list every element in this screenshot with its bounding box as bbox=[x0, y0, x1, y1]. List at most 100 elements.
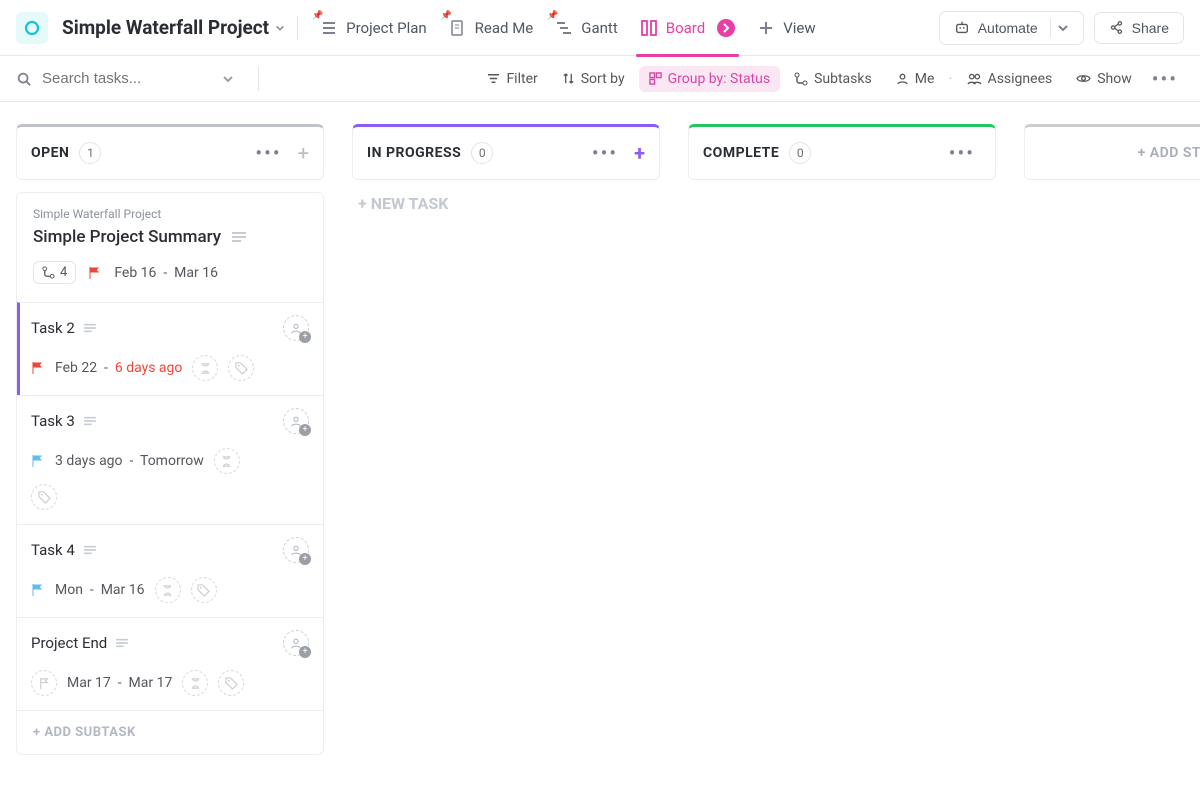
count-badge: 0 bbox=[471, 142, 493, 164]
date-range[interactable]: Feb 22 - 6 days ago bbox=[55, 360, 182, 376]
task-card[interactable]: Simple Waterfall Project Simple Project … bbox=[17, 193, 323, 302]
description-icon bbox=[115, 638, 129, 648]
pin-icon: 📌 bbox=[547, 11, 558, 21]
flag-icon[interactable] bbox=[31, 670, 57, 696]
divider bbox=[297, 16, 298, 40]
column-more-button[interactable]: ••• bbox=[586, 141, 624, 165]
column-add-button[interactable]: + bbox=[634, 141, 645, 165]
column-open: OPEN 1 ••• + Simple Waterfall Project Si… bbox=[16, 124, 324, 787]
tab-project-plan[interactable]: 📌 Project Plan bbox=[310, 13, 437, 43]
breadcrumb: Simple Waterfall Project bbox=[33, 207, 307, 221]
date-range[interactable]: Mon - Mar 16 bbox=[55, 582, 145, 598]
chevron-right-icon bbox=[721, 23, 731, 33]
assignee-add-icon[interactable]: + bbox=[283, 408, 309, 434]
project-title[interactable]: Simple Waterfall Project bbox=[62, 16, 285, 39]
toolbar: Filter Sort by Group by: Status Subtasks… bbox=[0, 56, 1200, 102]
subtask-title: Task 3 bbox=[31, 412, 75, 430]
assignees-button[interactable]: Assignees bbox=[957, 66, 1063, 92]
description-icon bbox=[231, 231, 247, 243]
share-icon bbox=[1109, 20, 1124, 35]
subtask-card[interactable]: Task 2 + Feb 22 - 6 days ago bbox=[17, 302, 323, 395]
flag-icon[interactable] bbox=[31, 454, 45, 468]
subtasks-button[interactable]: Subtasks bbox=[784, 66, 882, 92]
tag-icon[interactable] bbox=[191, 577, 217, 603]
flag-icon[interactable] bbox=[88, 266, 102, 280]
doc-icon bbox=[449, 19, 467, 37]
filter-icon bbox=[487, 72, 500, 85]
tag-icon[interactable] bbox=[228, 355, 254, 381]
time-estimate-icon[interactable] bbox=[192, 355, 218, 381]
tab-readme[interactable]: 📌 Read Me bbox=[439, 13, 544, 43]
eye-icon bbox=[1076, 72, 1091, 85]
search-input[interactable] bbox=[42, 70, 212, 87]
filter-button[interactable]: Filter bbox=[477, 66, 547, 92]
plus-icon bbox=[757, 19, 775, 37]
time-estimate-icon[interactable] bbox=[155, 577, 181, 603]
user-icon bbox=[896, 72, 909, 85]
sort-button[interactable]: Sort by bbox=[552, 66, 635, 92]
count-badge: 0 bbox=[789, 142, 811, 164]
automate-label: Automate bbox=[978, 20, 1038, 36]
tab-gantt[interactable]: 📌 Gantt bbox=[545, 13, 627, 43]
date-range[interactable]: Mar 17 - Mar 17 bbox=[67, 675, 172, 691]
tab-label: View bbox=[783, 19, 815, 37]
subtask-title: Task 4 bbox=[31, 541, 75, 559]
tab-label: Board bbox=[666, 19, 705, 37]
chevron-down-icon[interactable] bbox=[222, 73, 234, 85]
subtask-card[interactable]: Task 3 +3 days ago - Tomorrow bbox=[17, 395, 323, 524]
flag-icon[interactable] bbox=[31, 361, 45, 375]
flag-icon[interactable] bbox=[31, 583, 45, 597]
group-by-button[interactable]: Group by: Status bbox=[639, 66, 780, 92]
column-header-in-progress[interactable]: IN PROGRESS 0 ••• + bbox=[352, 124, 660, 180]
gantt-icon bbox=[555, 19, 573, 37]
board-next-button[interactable] bbox=[717, 19, 735, 37]
column-complete: COMPLETE 0 ••• bbox=[688, 124, 996, 787]
new-task-button[interactable]: + NEW TASK bbox=[352, 180, 660, 227]
top-bar: Simple Waterfall Project 📌 Project Plan … bbox=[0, 0, 1200, 56]
add-subtask-button[interactable]: + ADD SUBTASK bbox=[17, 710, 323, 754]
list-icon bbox=[320, 19, 338, 37]
assignee-add-icon[interactable]: + bbox=[283, 537, 309, 563]
tag-icon[interactable] bbox=[31, 484, 57, 510]
column-add-button[interactable]: + bbox=[298, 141, 309, 165]
share-label: Share bbox=[1132, 20, 1169, 36]
column-add-status[interactable]: + ADD STAT bbox=[1024, 124, 1200, 787]
subtask-count-badge[interactable]: 4 bbox=[33, 261, 76, 284]
tab-add-view[interactable]: View bbox=[747, 13, 825, 43]
time-estimate-icon[interactable] bbox=[214, 448, 240, 474]
group-icon bbox=[649, 72, 662, 85]
column-header-complete[interactable]: COMPLETE 0 ••• bbox=[688, 124, 996, 180]
tab-board[interactable]: Board bbox=[630, 13, 745, 43]
search-wrap bbox=[16, 67, 276, 91]
me-button[interactable]: Me bbox=[886, 66, 945, 92]
assignee-add-icon[interactable]: + bbox=[283, 315, 309, 341]
subtask-card[interactable]: Project End+Mar 17 - Mar 17 bbox=[17, 617, 323, 710]
description-icon bbox=[83, 323, 97, 333]
date-range[interactable]: Feb 16 - Mar 16 bbox=[114, 265, 218, 281]
subtask-title: Task 2 bbox=[31, 319, 75, 337]
subtask-card[interactable]: Task 4 + Mon - Mar 16 bbox=[17, 524, 323, 617]
count-badge: 1 bbox=[79, 142, 101, 164]
logo-icon bbox=[23, 19, 41, 37]
show-button[interactable]: Show bbox=[1066, 66, 1142, 92]
date-range[interactable]: 3 days ago - Tomorrow bbox=[55, 453, 204, 469]
description-icon bbox=[83, 545, 97, 555]
column-more-button[interactable]: ••• bbox=[249, 141, 287, 165]
project-title-text: Simple Waterfall Project bbox=[62, 16, 269, 39]
column-in-progress: IN PROGRESS 0 ••• + + NEW TASK bbox=[352, 124, 660, 787]
board-area: OPEN 1 ••• + Simple Waterfall Project Si… bbox=[0, 102, 1200, 809]
share-button[interactable]: Share bbox=[1094, 12, 1184, 44]
column-more-button[interactable]: ••• bbox=[943, 141, 981, 165]
search-icon bbox=[16, 71, 32, 87]
app-logo[interactable] bbox=[16, 12, 48, 44]
board-icon bbox=[640, 19, 658, 37]
tag-icon[interactable] bbox=[218, 670, 244, 696]
time-estimate-icon[interactable] bbox=[182, 670, 208, 696]
users-icon bbox=[967, 72, 982, 85]
subtasks-icon bbox=[42, 266, 55, 279]
automate-button[interactable]: Automate bbox=[939, 11, 1084, 45]
tab-label: Read Me bbox=[475, 19, 534, 37]
column-header-open[interactable]: OPEN 1 ••• + bbox=[16, 124, 324, 180]
more-button[interactable]: ••• bbox=[1146, 67, 1184, 91]
assignee-add-icon[interactable]: + bbox=[283, 630, 309, 656]
